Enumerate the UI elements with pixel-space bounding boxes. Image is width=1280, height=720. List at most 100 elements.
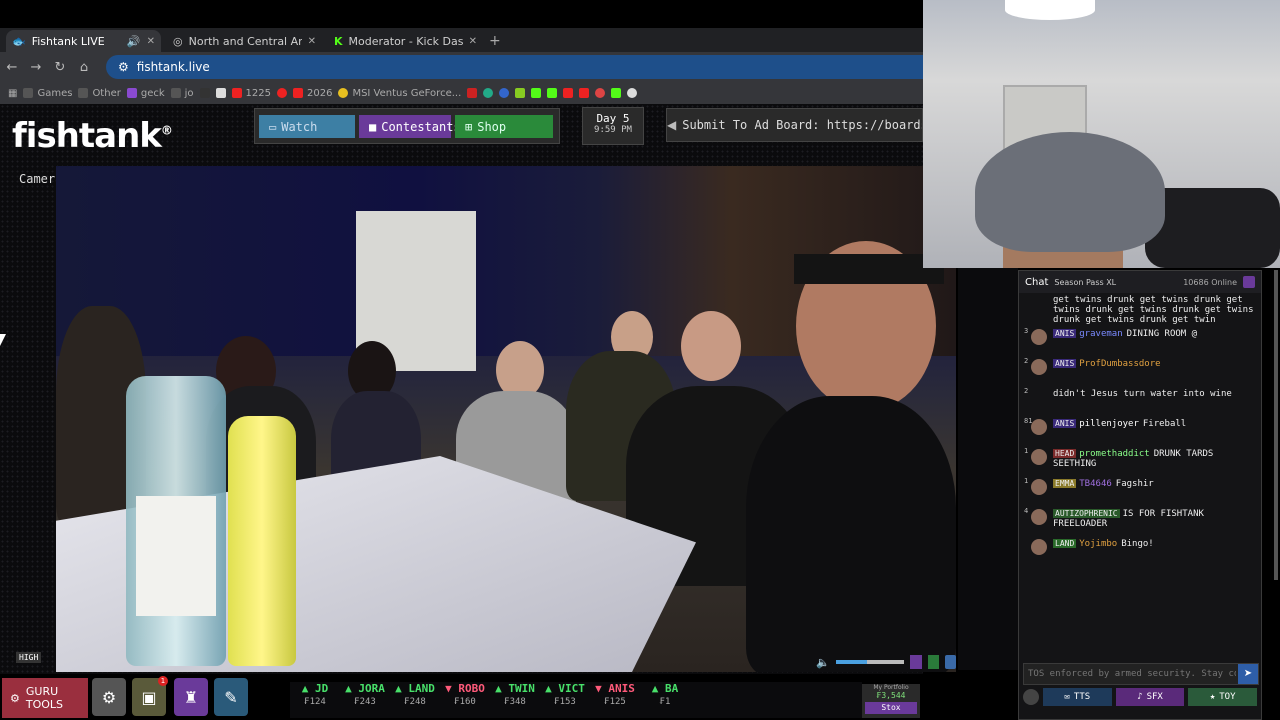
kick-icon[interactable]: [611, 88, 622, 98]
kick-icon[interactable]: [547, 88, 558, 98]
video-feed[interactable]: [56, 166, 956, 672]
ticker-symbol: ▼ ROBO: [445, 682, 485, 695]
avatar[interactable]: [1031, 509, 1047, 525]
tab-kick[interactable]: K Moderator - Kick Dashboard ✕: [328, 30, 483, 52]
chat-username[interactable]: graveman: [1079, 329, 1122, 339]
volume-icon[interactable]: 🔈: [816, 656, 830, 669]
guru-tools-button[interactable]: ⚙ GURU TOOLS: [2, 678, 88, 718]
avatar[interactable]: [1031, 449, 1047, 465]
sfx-button[interactable]: ♪ SFX: [1115, 688, 1185, 706]
stox-button[interactable]: Stox: [865, 702, 917, 714]
avatar[interactable]: [1031, 329, 1047, 345]
send-icon[interactable]: ➤: [1238, 664, 1258, 684]
season-pass-label[interactable]: Season Pass XL: [1054, 278, 1116, 287]
bookmark-icon[interactable]: [499, 88, 510, 98]
shop-button[interactable]: ⊞ Shop: [455, 115, 553, 138]
chat-username[interactable]: pillenjoyer: [1079, 419, 1139, 429]
chat-text: get twins drunk get twins drunk get twin…: [1053, 295, 1254, 325]
avatar[interactable]: [1031, 479, 1047, 495]
bookmark-games[interactable]: Games: [23, 88, 72, 99]
pip-icon[interactable]: [910, 655, 922, 669]
page-scrollbar[interactable]: [1274, 270, 1278, 580]
emoji-icon[interactable]: [1023, 689, 1039, 705]
avatar[interactable]: [1031, 419, 1047, 435]
bookmark-icon[interactable]: [515, 88, 526, 98]
trophy-icon[interactable]: ♜: [174, 678, 208, 716]
arrow-up-icon: ▲: [345, 682, 359, 695]
github-icon[interactable]: [627, 88, 638, 98]
apps-icon[interactable]: ▦: [8, 88, 17, 99]
treasure-icon[interactable]: ▣ 1: [132, 676, 168, 716]
bookmark-geck[interactable]: geck: [126, 88, 165, 99]
contestants-icon: ■: [369, 119, 377, 134]
sfx-label: SFX: [1146, 692, 1163, 702]
chat-message: 1 HEAD promethaddict DRUNK TARDS SEETHING: [1019, 447, 1261, 477]
forward-icon[interactable]: →: [24, 60, 48, 75]
close-icon[interactable]: ✕: [469, 36, 477, 47]
toy-button[interactable]: ★ TOY: [1188, 688, 1258, 706]
tts-button[interactable]: ✉ TTS: [1043, 688, 1112, 706]
speaker-icon[interactable]: 🔊: [127, 35, 141, 48]
ticker-item-jora[interactable]: ▲ JORA ₣243: [340, 682, 390, 718]
youtube-icon[interactable]: [563, 88, 574, 98]
bookmark-icon[interactable]: [483, 88, 494, 98]
bookmark-label: Games: [37, 87, 73, 99]
chat-settings-icon[interactable]: [1243, 276, 1255, 288]
chat-username[interactable]: Yojimbo: [1079, 539, 1117, 549]
ticker-item-robo[interactable]: ▼ ROBO ₣160: [440, 682, 490, 718]
ticker-item-ba[interactable]: ▲ BA ₣1: [640, 682, 690, 718]
main-nav: ▭ Watch ■ Contestants ⊞ Shop: [254, 108, 560, 144]
day-time: 9:59 PM: [594, 125, 632, 135]
bookmark-jo[interactable]: jo: [170, 88, 194, 99]
ticker-item-anis[interactable]: ▼ ANIS ₣125: [590, 682, 640, 718]
ad-board[interactable]: ◀ Submit To Ad Board: https://boards.fis…: [666, 108, 923, 142]
chat-username[interactable]: promethaddict: [1079, 449, 1149, 459]
ticker-item-twin[interactable]: ▲ TWIN ₣348: [490, 682, 540, 718]
bookmark-icon[interactable]: [467, 88, 478, 98]
bookmark-icon[interactable]: [277, 88, 287, 98]
home-icon[interactable]: ⌂: [72, 60, 96, 75]
fishtank-logo[interactable]: fishtank®: [12, 116, 173, 156]
kick-icon[interactable]: [531, 88, 542, 98]
bookmark-1225[interactable]: 1225: [231, 88, 271, 99]
ticker-item-jd[interactable]: ▲ JD ₣124: [290, 682, 340, 718]
close-icon[interactable]: ✕: [147, 36, 155, 47]
bookmark-2026[interactable]: 2026: [293, 88, 332, 99]
bookmark-icon[interactable]: [215, 88, 226, 98]
new-tab-button[interactable]: +: [489, 33, 501, 52]
record-icon[interactable]: [944, 655, 956, 669]
contestants-button[interactable]: ■ Contestants: [359, 115, 461, 138]
address-bar: ← → ↻ ⌂ ⚙ fishtank.live: [0, 52, 923, 82]
arrow-left-icon[interactable]: ◀: [667, 118, 676, 132]
close-icon[interactable]: ✕: [308, 36, 316, 47]
watch-button[interactable]: ▭ Watch: [259, 115, 355, 138]
gear-icon: ⚙: [10, 691, 20, 705]
avatar[interactable]: [1031, 359, 1047, 375]
portfolio-widget[interactable]: My Portfolio ₣3,544 Stox: [862, 684, 920, 718]
bookmark-icon[interactable]: [595, 88, 606, 98]
ticker-item-vict[interactable]: ▲ VICT ₣153: [540, 682, 590, 718]
quality-badge[interactable]: HIGH: [16, 652, 42, 663]
ticker-item-land[interactable]: ▲ LAND ₣248: [390, 682, 440, 718]
avatar[interactable]: [1031, 539, 1047, 555]
chat-username[interactable]: ProfDumbassdore: [1079, 359, 1160, 369]
tab-fishtank[interactable]: 🐟 Fishtank LIVE 🔊 ✕: [6, 30, 161, 52]
bookmark-other[interactable]: Other: [78, 88, 121, 99]
youtube-icon[interactable]: [579, 88, 590, 98]
scene-head: [681, 311, 741, 381]
settings-gear-icon[interactable]: ⚙: [92, 678, 126, 716]
bookmark-icon[interactable]: [199, 88, 210, 98]
chat-input[interactable]: [1024, 668, 1238, 680]
tab-weather[interactable]: ◎ North and Central America: Co ✕: [167, 30, 322, 52]
tab-label: North and Central America: Co: [188, 34, 302, 48]
bookmark-msi[interactable]: MSI Ventus GeForce...: [338, 88, 461, 99]
back-icon[interactable]: ←: [0, 60, 24, 75]
tool-icon[interactable]: ✎: [214, 678, 248, 716]
url-field[interactable]: ⚙ fishtank.live: [106, 55, 923, 79]
grid-icon[interactable]: [927, 655, 939, 669]
ticker-price: ₣124: [304, 697, 326, 707]
site-info-icon[interactable]: ⚙: [118, 60, 129, 74]
chat-username[interactable]: TB4646: [1079, 479, 1112, 489]
volume-slider[interactable]: [835, 660, 905, 664]
reload-icon[interactable]: ↻: [48, 60, 72, 75]
